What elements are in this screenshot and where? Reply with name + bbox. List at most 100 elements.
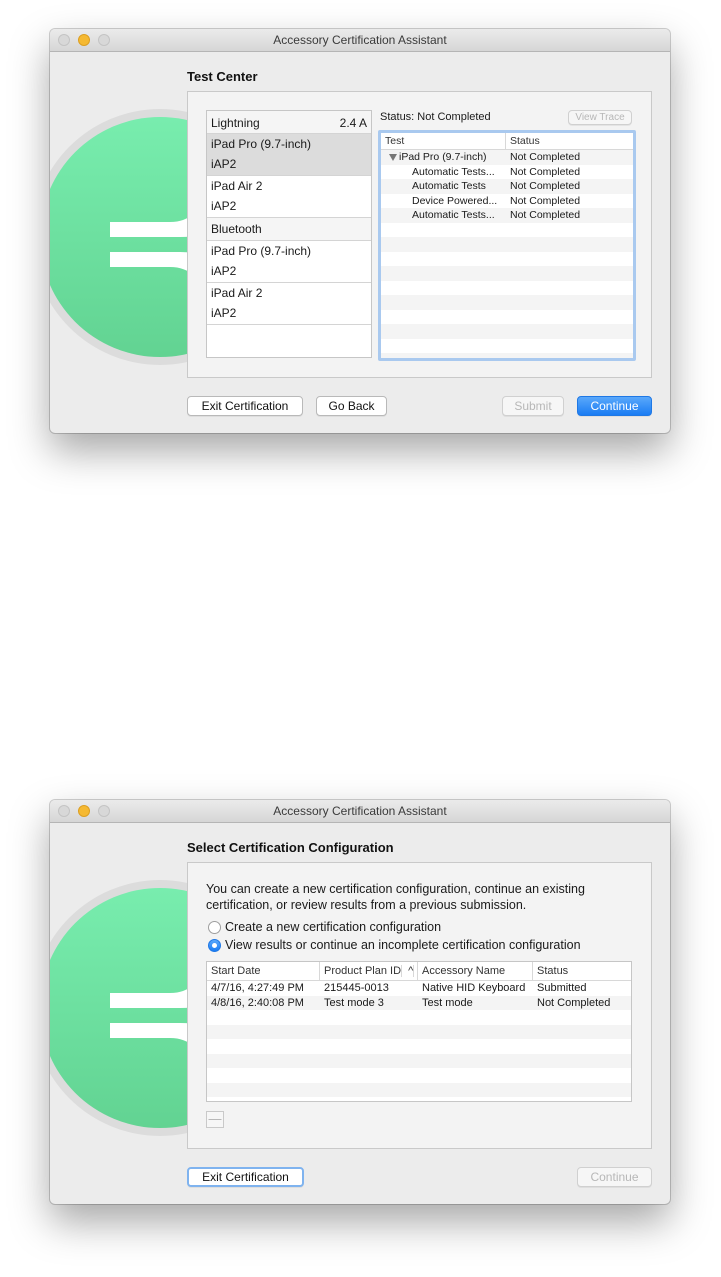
plan-id: Test mode 3 (324, 996, 384, 1009)
test-name: iPad Pro (9.7-inch) (399, 151, 487, 163)
list-item[interactable]: iPad Pro (9.7-inch) iAP2 (207, 134, 371, 176)
device-list[interactable]: Lightning 2.4 A iPad Pro (9.7-inch) iAP2… (206, 110, 372, 358)
column-header-test[interactable]: Test (381, 133, 506, 149)
device-protocol: iAP2 (211, 199, 237, 213)
test-name: Device Powered... (412, 194, 498, 207)
table-row[interactable]: Automatic Tests... Not Completed (381, 208, 633, 223)
minimize-icon[interactable] (78, 805, 90, 817)
device-protocol: iAP2 (211, 157, 237, 171)
list-item[interactable]: iPad Air 2 iAP2 (207, 283, 371, 325)
table-row[interactable]: 4/7/16, 4:27:49 PM 215445-0013 Native HI… (207, 981, 631, 996)
exit-certification-button[interactable]: Exit Certification (187, 1167, 304, 1187)
column-header-status[interactable]: Status (533, 962, 631, 980)
column-header-status[interactable]: Status (506, 133, 540, 149)
select-configuration-window: Accessory Certification Assistant Select… (50, 800, 670, 1204)
plan-id: 215445-0013 (324, 982, 389, 994)
empty-row (381, 324, 633, 339)
empty-row (207, 1024, 631, 1039)
list-item[interactable]: iPad Pro (9.7-inch) iAP2 (207, 241, 371, 283)
continue-button[interactable]: Continue (577, 1167, 652, 1187)
list-item[interactable]: iPad Air 2 iAP2 (207, 176, 371, 218)
title-bar: Accessory Certification Assistant (50, 29, 670, 52)
start-date: 4/7/16, 4:27:49 PM (211, 982, 304, 994)
zoom-icon[interactable] (98, 34, 110, 46)
exit-certification-button[interactable]: Exit Certification (187, 396, 303, 416)
empty-row (207, 1082, 631, 1097)
device-name: iPad Air 2 (211, 179, 263, 193)
test-status: Not Completed (510, 165, 581, 178)
radio-label: View results or continue an incomplete c… (225, 938, 581, 952)
empty-row (207, 1097, 631, 1101)
column-header-start-date[interactable]: Start Date (207, 962, 320, 980)
test-name: Automatic Tests... (412, 165, 495, 178)
sort-ascending-icon: ^ (405, 965, 415, 977)
window-controls (58, 805, 110, 817)
test-status: Not Completed (510, 209, 581, 221)
close-icon[interactable] (58, 34, 70, 46)
close-icon[interactable] (58, 805, 70, 817)
test-center-panel: Lightning 2.4 A iPad Pro (9.7-inch) iAP2… (187, 91, 652, 378)
empty-row (381, 223, 633, 238)
start-date: 4/8/16, 2:40:08 PM (211, 996, 304, 1009)
test-name: Automatic Tests... (412, 209, 495, 221)
table-row[interactable]: Device Powered... Not Completed (381, 194, 633, 209)
minimize-icon[interactable] (78, 34, 90, 46)
submit-button[interactable]: Submit (502, 396, 564, 416)
column-header-product-plan-id[interactable]: Product Plan ID ^ (320, 962, 418, 980)
zoom-icon[interactable] (98, 805, 110, 817)
empty-row (207, 1010, 631, 1025)
title-bar: Accessory Certification Assistant (50, 800, 670, 823)
accessory-name: Test mode (422, 996, 473, 1009)
test-status: Not Completed (510, 180, 581, 192)
go-back-button[interactable]: Go Back (316, 396, 387, 416)
status: Submitted (537, 982, 587, 994)
empty-row (381, 353, 633, 358)
window-title: Accessory Certification Assistant (273, 804, 447, 818)
radio-button-selected[interactable] (208, 938, 221, 952)
configurations-table[interactable]: Start Date Product Plan ID ^ Accessory N… (206, 961, 632, 1102)
device-name: iPad Pro (9.7-inch) (211, 244, 312, 258)
table-row[interactable]: Automatic Tests Not Completed (381, 179, 633, 194)
table-row[interactable]: iPad Pro (9.7-inch) Not Completed (381, 150, 633, 165)
remove-button[interactable]: — (206, 1111, 224, 1128)
empty-row (381, 252, 633, 267)
empty-row (381, 295, 633, 310)
tests-table[interactable]: Test Status iPad Pro (9.7-inch) Not Comp… (378, 130, 636, 361)
radio-create-new[interactable]: Create a new certification configuration (208, 920, 441, 934)
window-controls (58, 34, 110, 46)
empty-row (381, 339, 633, 354)
device-name: iPad Pro (9.7-inch) (211, 137, 312, 151)
test-center-window: Accessory Certification Assistant Test C… (50, 29, 670, 433)
test-name: Automatic Tests (412, 180, 486, 192)
column-header-accessory-name[interactable]: Accessory Name (418, 962, 533, 980)
empty-row (381, 266, 633, 281)
empty-row (381, 310, 633, 325)
description-text: You can create a new certification confi… (206, 882, 585, 912)
table-row[interactable]: 4/8/16, 2:40:08 PM Test mode 3 Test mode… (207, 995, 631, 1010)
page-title: Select Certification Configuration (187, 840, 394, 855)
device-protocol: iAP2 (211, 306, 237, 320)
section-header-bluetooth: Bluetooth (207, 218, 371, 241)
radio-view-results[interactable]: View results or continue an incomplete c… (208, 938, 581, 952)
device-name: iPad Air 2 (211, 286, 263, 300)
device-list-header: Lightning 2.4 A (207, 111, 371, 134)
test-status: Not Completed (510, 194, 581, 207)
empty-row (207, 1068, 631, 1083)
continue-button[interactable]: Continue (577, 396, 652, 416)
radio-label: Create a new certification configuration (225, 920, 442, 934)
table-row[interactable]: Automatic Tests... Not Completed (381, 165, 633, 180)
test-status: Not Completed (510, 151, 581, 163)
current-value: 2.4 A (339, 116, 367, 130)
table-header: Test Status (381, 133, 633, 150)
column-label: Product Plan ID (324, 965, 403, 977)
view-trace-button[interactable]: View Trace (568, 110, 632, 125)
radio-button[interactable] (208, 920, 221, 934)
status: Not Completed (537, 996, 611, 1009)
empty-row (207, 1053, 631, 1068)
connection-type-label: Lightning (211, 116, 260, 130)
device-protocol: iAP2 (211, 264, 237, 278)
status-text: Status: Not Completed (380, 111, 491, 123)
empty-row (381, 237, 633, 252)
disclosure-triangle-icon[interactable] (389, 153, 397, 161)
empty-row (381, 281, 633, 296)
